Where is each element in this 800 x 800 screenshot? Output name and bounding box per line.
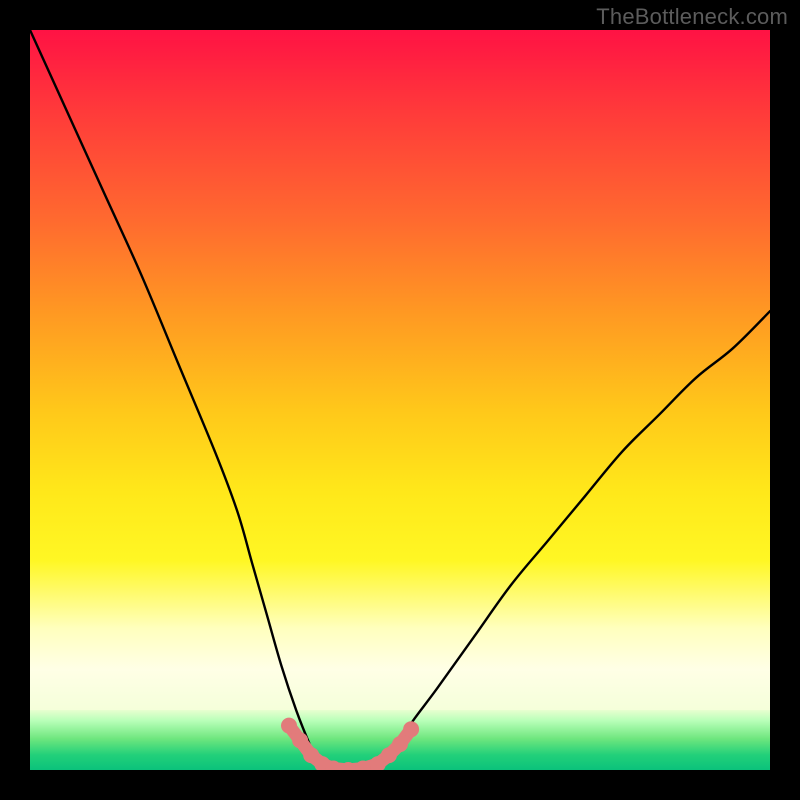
chart-frame: TheBottleneck.com [0, 0, 800, 800]
marker-dot [281, 718, 297, 734]
bottleneck-curve [30, 30, 770, 770]
watermark-text: TheBottleneck.com [596, 4, 788, 30]
plot-area [30, 30, 770, 770]
marker-dot [403, 721, 419, 737]
marker-dot [292, 732, 308, 748]
marker-dot [392, 736, 408, 752]
bottleneck-line [30, 30, 770, 770]
